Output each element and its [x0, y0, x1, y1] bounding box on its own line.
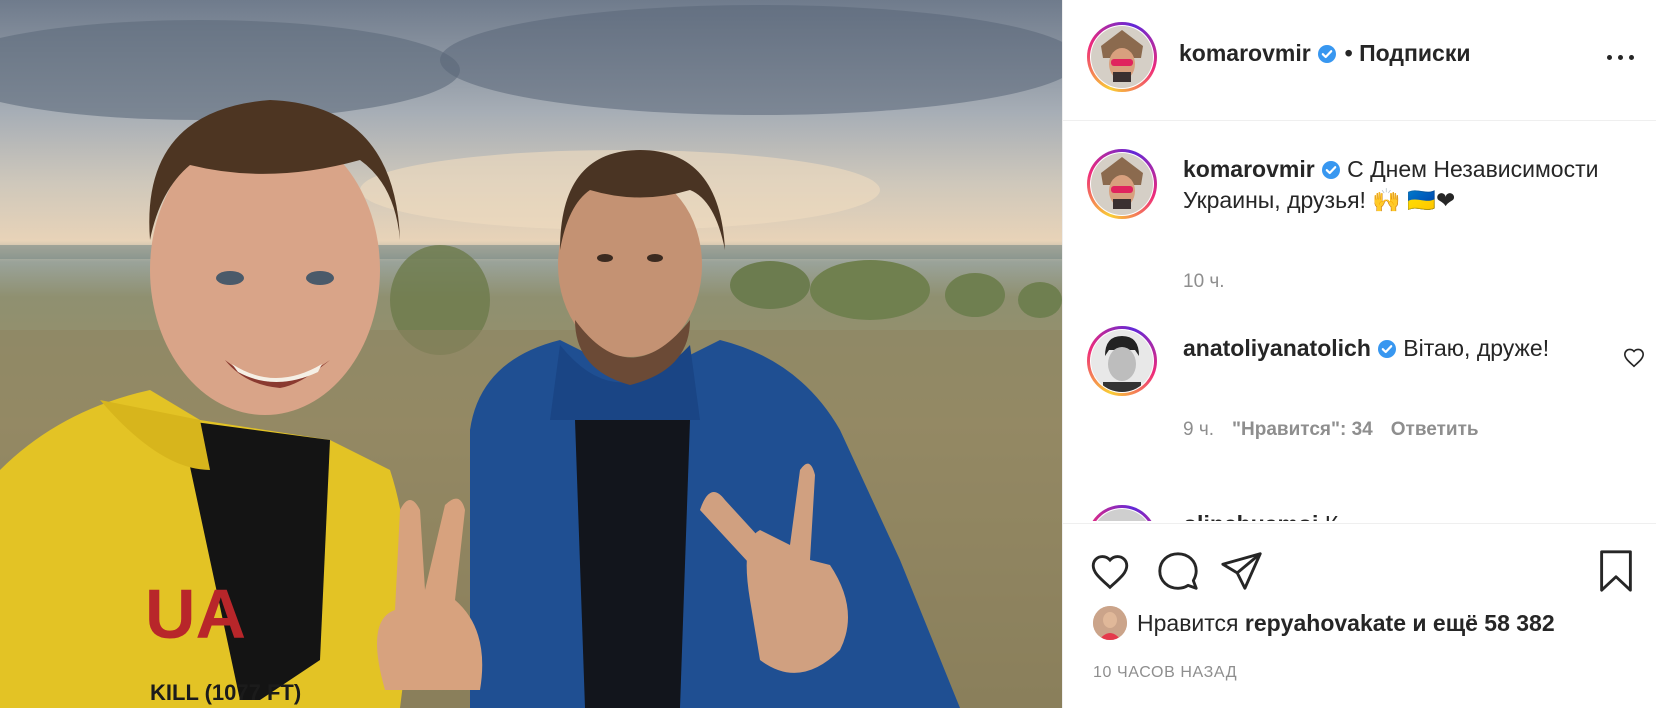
- comment-author[interactable]: olinchuamoi: [1183, 511, 1318, 521]
- caption-time[interactable]: 10 ч.: [1183, 271, 1225, 292]
- comment-author-avatar[interactable]: [1087, 505, 1157, 521]
- comment: anatoliyanatolich Вітаю, друже!: [1183, 333, 1623, 364]
- more-icon[interactable]: [1605, 50, 1637, 66]
- likes-summary: Нравится repyahovakate и ещё 58 382: [1093, 606, 1555, 640]
- avatar-illustration: [1093, 606, 1127, 640]
- post-panel: komarovmir • Подписки komarovmir С Днем Н…: [1062, 0, 1656, 709]
- avatar-illustration: [1101, 157, 1143, 209]
- caption: komarovmir С Днем Независимости Украины,…: [1183, 154, 1623, 216]
- follow-status-button[interactable]: • Подписки: [1345, 40, 1471, 66]
- comment-text: Вітаю, друже!: [1403, 335, 1550, 361]
- caption-author[interactable]: komarovmir: [1183, 156, 1315, 182]
- comment-meta: 9 ч. "Нравится": 34 Ответить: [1183, 419, 1479, 441]
- photo-illustration: UA KILL (1077 FT): [0, 5, 1062, 708]
- likes-count[interactable]: и ещё 58 382: [1412, 610, 1554, 636]
- comment-icon[interactable]: [1155, 548, 1201, 594]
- header-line: komarovmir • Подписки: [1179, 40, 1470, 67]
- post-timestamp[interactable]: 10 ЧАСОВ НАЗАД: [1093, 664, 1237, 682]
- comment-author[interactable]: anatoliyanatolich: [1183, 335, 1371, 361]
- shirt-print-text: UA: [145, 575, 246, 653]
- shirt-print-subtext: KILL (1077 FT): [150, 680, 301, 705]
- comment-likes-count[interactable]: "Нравится": 34: [1232, 419, 1373, 440]
- comment: olinchuamoi К: [1183, 509, 1623, 521]
- share-icon[interactable]: [1219, 548, 1265, 594]
- post-photo[interactable]: UA KILL (1077 FT): [0, 0, 1062, 708]
- comment-author-avatar[interactable]: [1087, 326, 1157, 396]
- comments-list[interactable]: komarovmir С Днем Независимости Украины,…: [1063, 121, 1656, 521]
- caption-meta: 10 ч.: [1183, 271, 1225, 293]
- author-username[interactable]: komarovmir: [1179, 40, 1311, 66]
- likes-prefix: Нравится: [1137, 610, 1239, 636]
- verified-icon: [1317, 45, 1336, 63]
- avatar-illustration: [1103, 336, 1141, 392]
- reply-button[interactable]: Ответить: [1391, 419, 1479, 440]
- verified-icon: [1321, 161, 1340, 179]
- avatar-illustration: [1101, 30, 1143, 82]
- liker-username[interactable]: repyahovakate: [1245, 610, 1406, 636]
- comment-text: К: [1325, 511, 1338, 521]
- author-avatar[interactable]: [1087, 22, 1157, 92]
- comment-like-heart-icon[interactable]: [1623, 347, 1645, 369]
- liker-avatar[interactable]: [1093, 606, 1127, 640]
- post-header: komarovmir • Подписки: [1063, 0, 1656, 121]
- bookmark-icon[interactable]: [1593, 548, 1639, 594]
- post-actions: Нравится repyahovakate и ещё 58 382 10 Ч…: [1063, 523, 1656, 709]
- caption-author-avatar[interactable]: [1087, 149, 1157, 219]
- heart-icon[interactable]: [1087, 548, 1133, 594]
- comment-time[interactable]: 9 ч.: [1183, 419, 1214, 440]
- verified-icon: [1377, 340, 1396, 358]
